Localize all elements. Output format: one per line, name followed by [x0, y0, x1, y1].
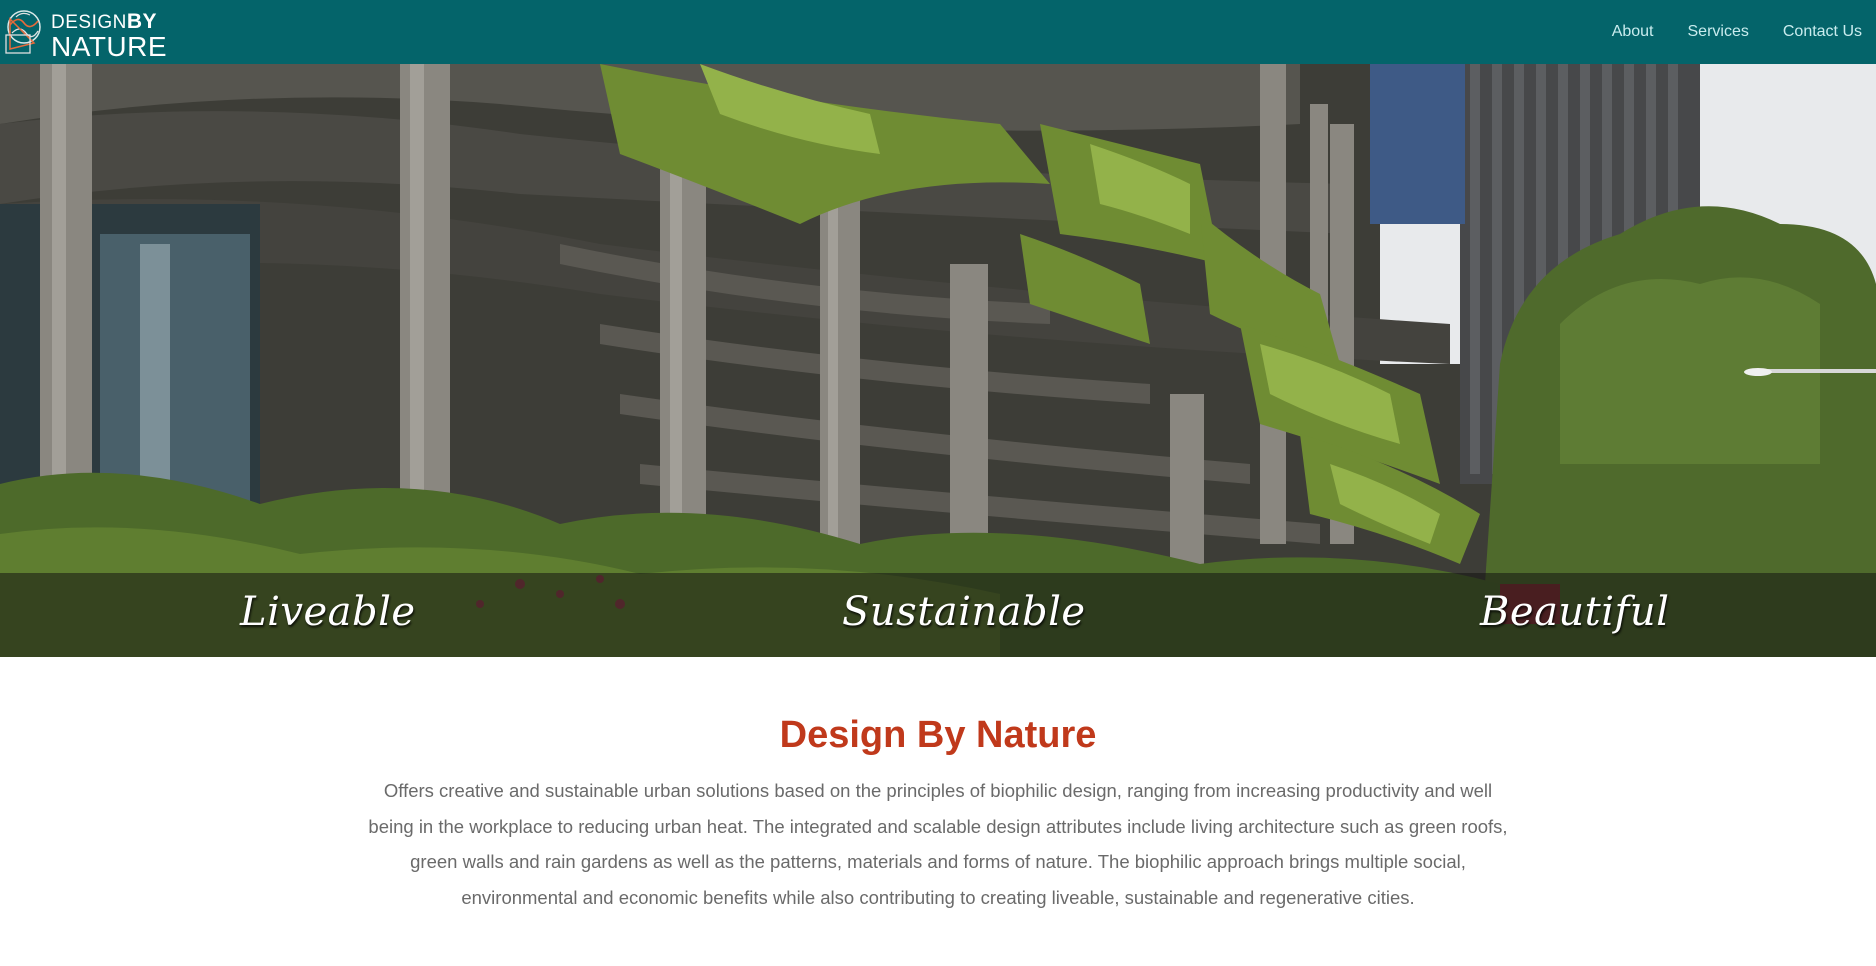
top-navigation-bar: DESIGNBY NATURE About Services Contact U… [0, 0, 1876, 64]
nav-services-link[interactable]: Services [1688, 23, 1749, 41]
logo-by-text: BY [126, 10, 158, 33]
intro-paragraph: Offers creative and sustainable urban so… [368, 780, 1508, 908]
logo-nature-text: NATURE [51, 31, 168, 62]
globe-tree-icon [5, 10, 41, 54]
hero-word-sustainable: Sustainable [842, 589, 1086, 635]
hero-building-image [0, 64, 1876, 657]
intro-heading: Design By Nature [779, 714, 1097, 756]
hero-word-liveable: Liveable [240, 589, 416, 635]
nav-contact-link[interactable]: Contact Us [1783, 23, 1862, 41]
logo-design-text: DESIGN [51, 12, 127, 33]
hero-word-beautiful: Beautiful [1480, 589, 1670, 635]
main-nav: About Services Contact Us [1578, 0, 1862, 64]
site-logo[interactable]: DESIGNBY NATURE [4, 5, 174, 61]
logo-wordmark: DESIGNBY NATURE [51, 11, 167, 61]
nav-about-link[interactable]: About [1612, 23, 1654, 41]
hero-banner: Liveable Sustainable Beautiful [0, 64, 1876, 657]
